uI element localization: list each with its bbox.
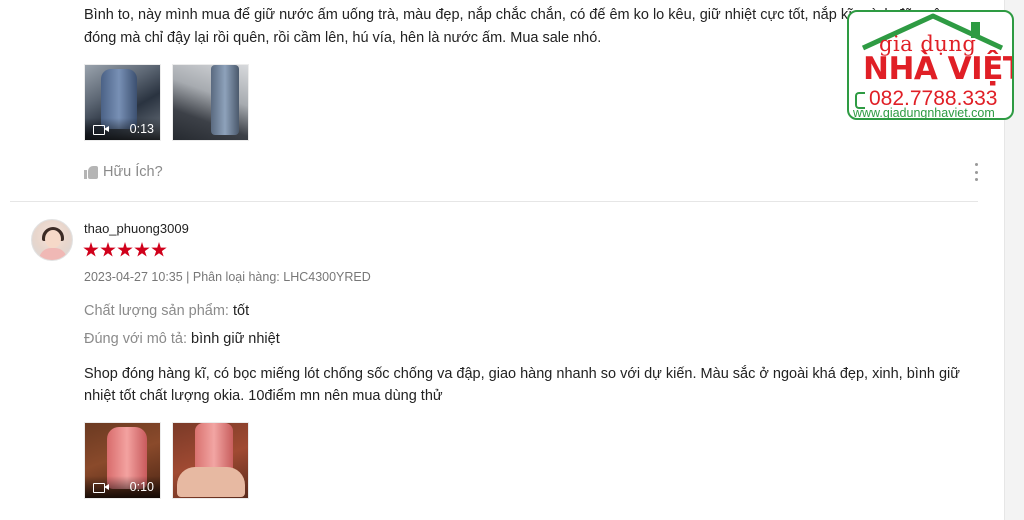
logo-line2: NHÀ VIỆT [863, 51, 1014, 87]
star-icon [83, 242, 99, 257]
watermark-logo: gia dụng NHÀ VIỆT 082.7788.333 www.giadu… [847, 10, 1014, 120]
reviewer-username: thao_phuong3009 [84, 221, 189, 236]
video-duration: 0:13 [129, 122, 154, 136]
thumbs-up-icon [84, 165, 98, 179]
helpful-button[interactable]: Hữu Ích? [84, 164, 163, 180]
star-icon [134, 242, 150, 257]
quality-attribute: Chất lượng sản phẩm: tốt [84, 303, 249, 319]
description-label: Đúng với mô tả: [84, 331, 187, 347]
quality-value: tốt [233, 303, 250, 319]
avatar[interactable] [31, 219, 73, 261]
review-photo-thumbnail[interactable] [172, 422, 249, 499]
video-camera-icon [93, 124, 109, 135]
star-icon [117, 242, 133, 257]
video-duration: 0:10 [129, 480, 154, 494]
more-vertical-icon[interactable] [973, 163, 979, 181]
review-text: Shop đóng hàng kĩ, có bọc miếng lót chốn… [84, 366, 960, 404]
logo-website: www.giadungnhaviet.com [853, 106, 995, 120]
review-video-thumbnail[interactable]: 0:13 [84, 64, 161, 141]
review-meta: 2023-04-27 10:35 | Phân loại hàng: LHC43… [84, 270, 371, 284]
description-attribute: Đúng với mô tả: bình giữ nhiệt [84, 331, 280, 347]
star-rating [83, 242, 167, 258]
quality-label: Chất lượng sản phẩm: [84, 303, 229, 319]
star-icon [100, 242, 116, 257]
video-camera-icon [93, 482, 109, 493]
helpful-label: Hữu Ích? [103, 164, 163, 180]
description-value: bình giữ nhiệt [191, 331, 280, 347]
review-divider [10, 201, 978, 202]
review-video-thumbnail[interactable]: 0:10 [84, 422, 161, 499]
star-icon [151, 242, 167, 257]
review-photo-thumbnail[interactable] [172, 64, 249, 141]
phone-icon [853, 91, 867, 109]
